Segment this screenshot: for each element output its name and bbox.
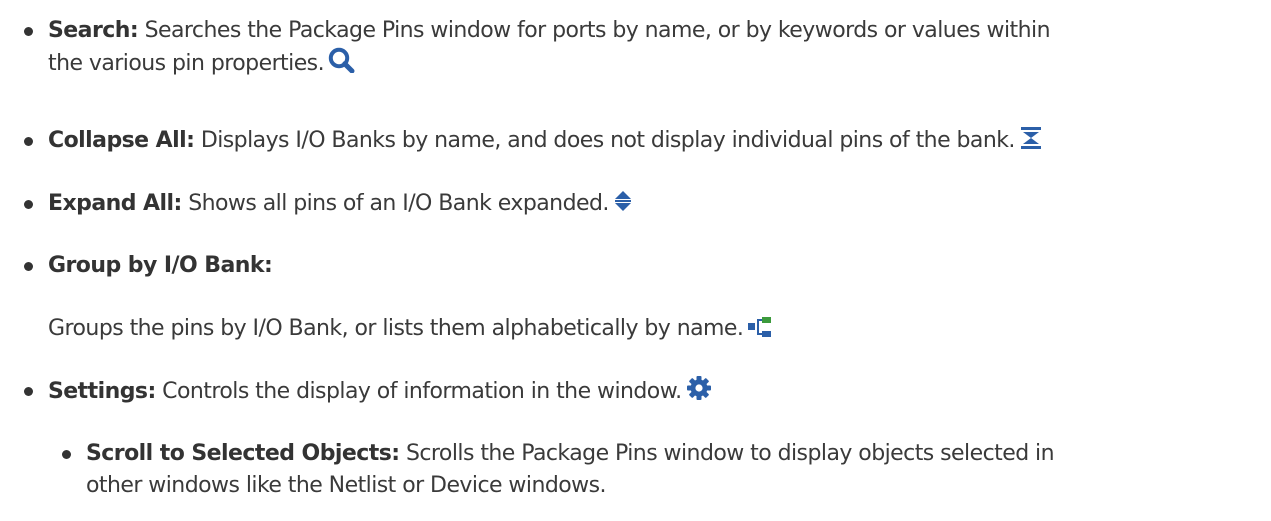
bullet (24, 137, 33, 146)
settings-description: Controls the display of information in t… (155, 379, 682, 404)
sub-item-text: Scroll to Selected Objects: Scrolls the … (86, 438, 1250, 502)
expand-all-icon (613, 189, 633, 223)
search-icon (328, 47, 358, 83)
list-item-text: Settings: Controls the display of inform… (48, 375, 1250, 407)
collapse-all-icon (1019, 126, 1043, 160)
document-body: Search: Searches the Package Pins window… (0, 0, 1271, 521)
list-item-text: Search: Searches the Package Pins window… (48, 15, 1250, 79)
list-item-text: Expand All: Shows all pins of an I/O Ban… (48, 188, 1250, 220)
bullet (24, 200, 33, 209)
list-item-text: Collapse All: Displays I/O Banks by name… (48, 125, 1250, 157)
bullet (24, 262, 33, 271)
expand-all-description: Shows all pins of an I/O Bank expanded. (181, 191, 609, 216)
group-by-bank-description: Groups the pins by I/O Bank, or lists th… (48, 316, 744, 341)
bullet (24, 27, 33, 36)
list-item-text: Group by I/O Bank: (48, 250, 1250, 282)
term-scroll-to-selected: Scroll to Selected Objects: (86, 441, 400, 466)
collapse-all-description: Displays I/O Banks by name, and does not… (194, 128, 1016, 153)
term-expand-all: Expand All: (48, 191, 182, 216)
scroll-to-selected-description-cont: other windows like the Netlist or Device… (86, 473, 607, 498)
bullet (62, 450, 71, 459)
term-settings: Settings: (48, 379, 156, 404)
group-by-bank-paragraph: Groups the pins by I/O Bank, or lists th… (48, 313, 773, 348)
scroll-to-selected-description: Scrolls the Package Pins window to displ… (399, 441, 1055, 466)
search-description: Searches the Package Pins window for por… (138, 18, 1051, 43)
bullet (24, 387, 33, 396)
term-group-by-bank: Group by I/O Bank: (48, 253, 273, 278)
term-collapse-all: Collapse All: (48, 128, 195, 153)
group-by-bank-icon (747, 316, 773, 348)
term-search: Search: (48, 18, 139, 43)
search-description-cont: the various pin properties. (48, 51, 325, 76)
gear-icon (686, 375, 712, 411)
